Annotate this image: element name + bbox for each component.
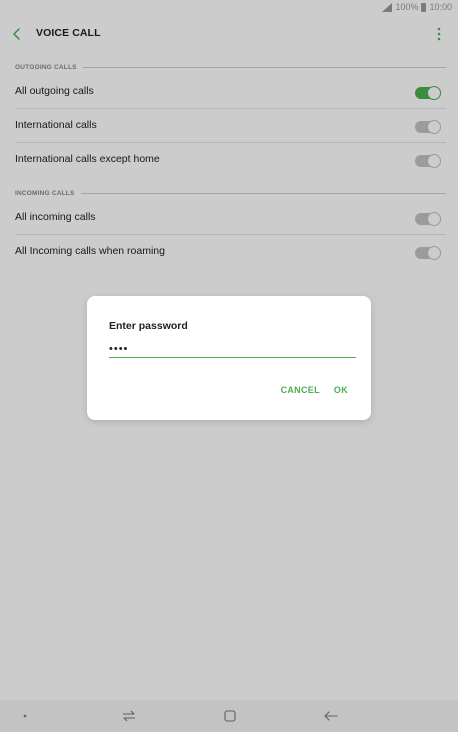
dialog-actions: CANCEL OK bbox=[281, 385, 348, 395]
ok-button[interactable]: OK bbox=[334, 385, 348, 395]
dialog-title: Enter password bbox=[109, 320, 188, 332]
cancel-button[interactable]: CANCEL bbox=[281, 385, 320, 395]
password-input[interactable] bbox=[109, 340, 356, 358]
password-dialog: Enter password CANCEL OK bbox=[87, 296, 371, 420]
voice-call-screen: 100% 10:00 VOICE CALL OUTGOING CALLS All… bbox=[0, 0, 458, 732]
